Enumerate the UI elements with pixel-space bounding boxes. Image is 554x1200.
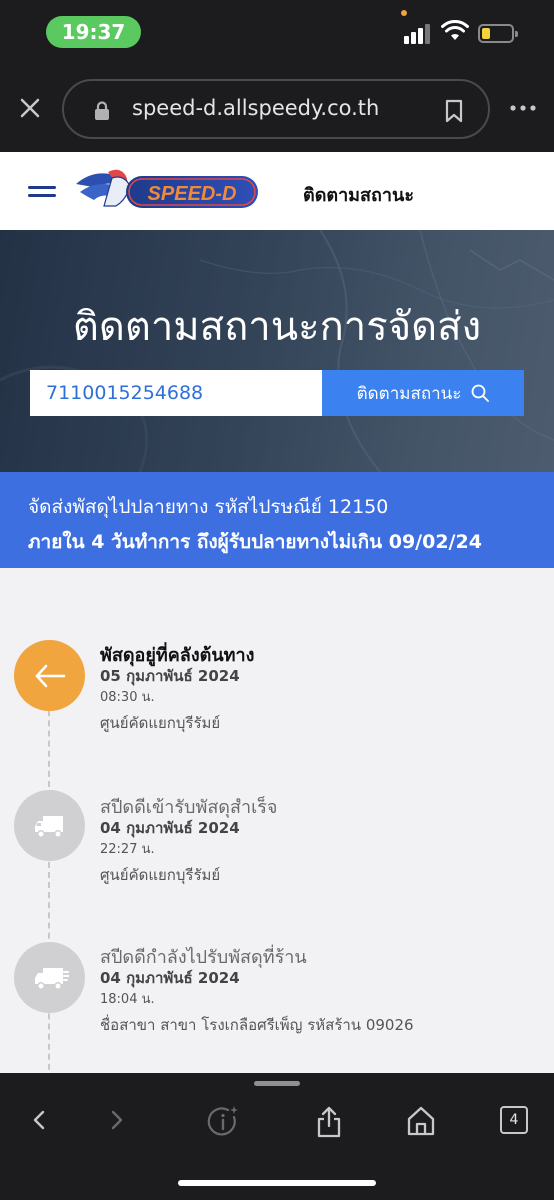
page-info-icon[interactable] bbox=[206, 1105, 242, 1139]
timeline-location: ศูนย์คัดแยกบุรีรัมย์ bbox=[100, 714, 221, 732]
delivery-info-banner: จัดส่งพัสดุไปปลายทาง รหัสไปรษณีย์ 12150 … bbox=[0, 472, 554, 568]
delivery-postcode-text: จัดส่งพัสดุไปปลายทาง รหัสไปรษณีย์ 12150 bbox=[28, 496, 389, 518]
timeline-date: 05 กุมภาพันธ์ 2024 bbox=[100, 667, 240, 685]
battery-icon bbox=[478, 24, 518, 43]
timeline-time: 08:30 น. bbox=[100, 690, 155, 705]
more-options-icon[interactable] bbox=[510, 105, 536, 111]
speed-d-logo[interactable]: SPEED-D bbox=[74, 166, 260, 218]
share-icon[interactable] bbox=[316, 1105, 342, 1139]
tabs-button[interactable]: 4 bbox=[500, 1106, 528, 1134]
browser-url-bar-area: speed-d.allspeedy.co.th bbox=[0, 64, 554, 152]
forward-icon[interactable] bbox=[108, 1105, 126, 1135]
track-button-label: ติดตามสถานะ bbox=[356, 383, 462, 404]
menu-icon[interactable] bbox=[28, 186, 56, 198]
truck-icon bbox=[34, 815, 63, 838]
address-bar[interactable]: speed-d.allspeedy.co.th bbox=[62, 79, 490, 139]
timeline-time: 18:04 น. bbox=[100, 992, 155, 1007]
search-icon bbox=[472, 384, 490, 402]
url-text: speed-d.allspeedy.co.th bbox=[132, 96, 380, 120]
home-indicator bbox=[178, 1180, 376, 1186]
close-icon[interactable] bbox=[18, 96, 42, 120]
tracking-timeline: พัสดุอยู่ที่คลังต้นทาง 05 กุมภาพันธ์ 202… bbox=[0, 568, 554, 1073]
timeline-location: ชื่อสาขา สาขา โรงเกลือศรีเพ็ญ รหัสร้าน 0… bbox=[100, 1016, 414, 1034]
toolbar-grabber[interactable] bbox=[254, 1081, 300, 1086]
clock-pill: 19:37 bbox=[46, 16, 141, 48]
bookmark-icon[interactable] bbox=[444, 99, 464, 123]
home-icon[interactable] bbox=[406, 1105, 436, 1137]
timeline-time: 22:27 น. bbox=[100, 842, 155, 857]
timeline-status-icon bbox=[14, 942, 85, 1013]
timeline-item: สปีดดีกำลังไปรับพัสดุที่ร้าน 04 กุมภาพัน… bbox=[0, 940, 554, 1070]
lock-icon bbox=[95, 101, 109, 120]
browser-toolbar: 4 bbox=[0, 1073, 554, 1200]
timeline-date: 04 กุมภาพันธ์ 2024 bbox=[100, 819, 240, 837]
privacy-indicator-dot bbox=[401, 10, 407, 16]
delivery-eta-text: ภายใน 4 วันทำการ ถึงผู้รับปลายทางไม่เกิน… bbox=[28, 531, 482, 553]
timeline-location: ศูนย์คัดแยกบุรีรัมย์ bbox=[100, 866, 221, 884]
status-bar: 19:37 bbox=[0, 0, 554, 64]
wifi-icon bbox=[441, 20, 469, 40]
timeline-date: 04 กุมภาพันธ์ 2024 bbox=[100, 969, 240, 987]
hero-section: ติดตามสถานะการจัดส่ง ติดตามสถานะ bbox=[0, 230, 554, 472]
back-icon[interactable] bbox=[30, 1105, 48, 1135]
tracking-number-input[interactable] bbox=[30, 370, 324, 416]
cellular-signal-icon bbox=[404, 22, 434, 44]
timeline-status-icon bbox=[14, 640, 85, 711]
timeline-item: สปีดดีเข้ารับพัสดุสำเร็จ 04 กุมภาพันธ์ 2… bbox=[0, 790, 554, 920]
timeline-status-icon bbox=[14, 790, 85, 861]
fast-truck-icon bbox=[34, 967, 69, 990]
site-header: SPEED-D ติดตามสถานะ bbox=[0, 152, 554, 230]
track-status-button[interactable]: ติดตามสถานะ bbox=[322, 370, 524, 416]
timeline-item: พัสดุอยู่ที่คลังต้นทาง 05 กุมภาพันธ์ 202… bbox=[0, 638, 554, 768]
svg-text:SPEED-D: SPEED-D bbox=[148, 183, 237, 205]
arrow-left-icon bbox=[35, 664, 65, 687]
hero-title: ติดตามสถานะการจัดส่ง bbox=[72, 304, 482, 350]
nav-tracking-link[interactable]: ติดตามสถานะ bbox=[303, 180, 414, 209]
